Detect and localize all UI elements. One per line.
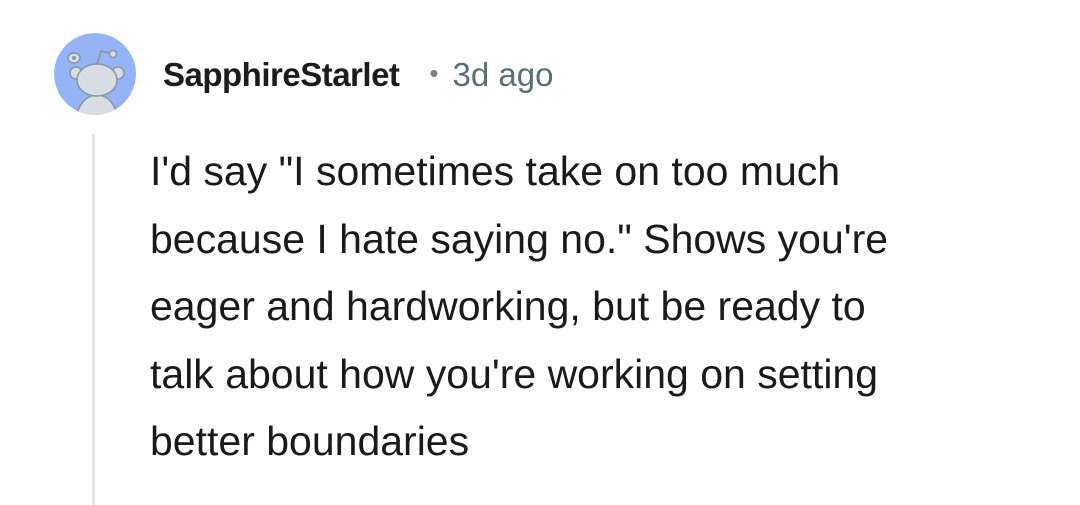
comment-body-line: talk about how you're working on setting bbox=[150, 350, 879, 397]
comment-body-line: eager and hardworking, but be ready to bbox=[150, 283, 866, 329]
comment-body: I'd say "I sometimes take on too much be… bbox=[150, 138, 1050, 476]
timestamp[interactable]: 3d ago bbox=[453, 56, 554, 94]
reddit-snoo-avatar-icon bbox=[54, 33, 136, 115]
separator-dot: • bbox=[429, 57, 439, 88]
comment-body-line: I'd say "I sometimes take on too much bbox=[150, 148, 841, 194]
user-avatar[interactable] bbox=[54, 33, 136, 115]
comment-body-line: because I hate saying no." Shows you're bbox=[150, 215, 889, 262]
comment-body-line: better boundaries bbox=[150, 418, 470, 464]
thread-line[interactable] bbox=[92, 134, 95, 505]
comment: SapphireStarlet • 3d ago I'd say "I some… bbox=[0, 0, 1080, 505]
username[interactable]: SapphireStarlet bbox=[163, 56, 400, 94]
comment-header: SapphireStarlet • 3d ago bbox=[163, 52, 553, 98]
